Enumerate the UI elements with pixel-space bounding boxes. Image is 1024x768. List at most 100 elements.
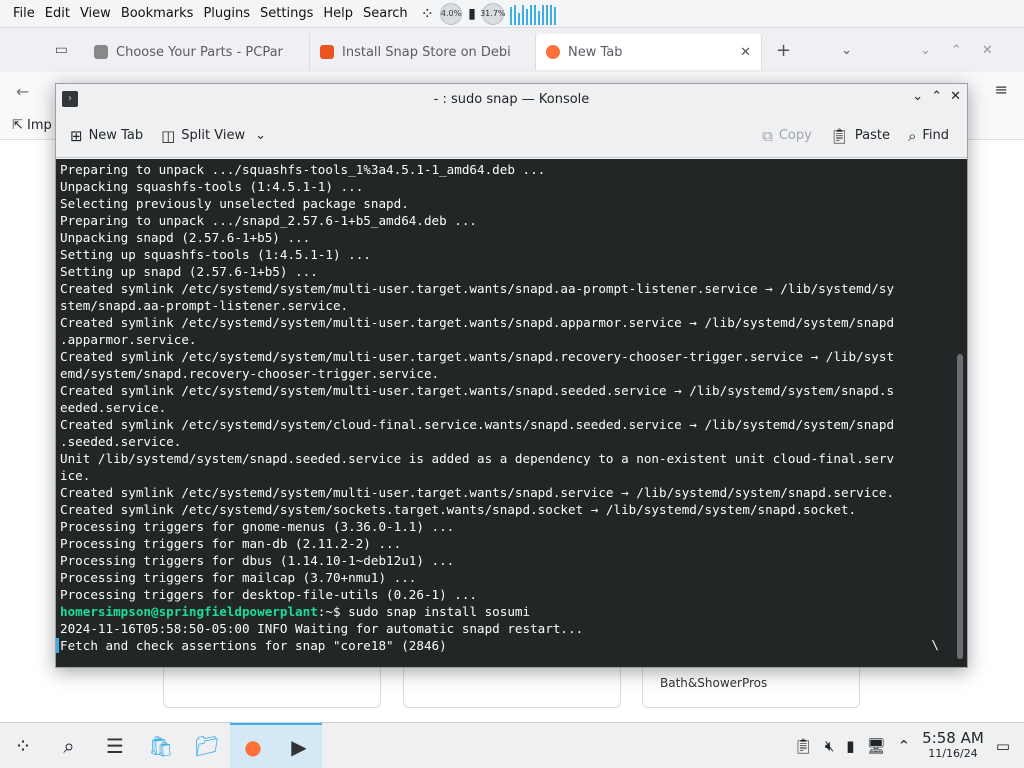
menu-edit[interactable]: Edit — [40, 0, 75, 28]
terminal-line: 2024-11-16T05:58:50-05:00 INFO Waiting f… — [60, 621, 584, 636]
terminal-cursor — [56, 638, 59, 653]
clipboard-icon[interactable]: 📋︎ — [794, 737, 813, 755]
firefox-favicon — [546, 45, 560, 59]
back-arrow-icon[interactable]: ← — [16, 82, 29, 101]
import-bookmarks-link[interactable]: ⇱ Imp — [12, 118, 52, 133]
terminal-app-icon[interactable]: › — [62, 91, 78, 107]
show-desktop-icon[interactable]: ▭ — [996, 737, 1010, 755]
konsole-icon[interactable]: ▶ — [276, 722, 322, 768]
system-settings-icon[interactable]: ☰ — [92, 723, 138, 768]
search-icon: ⌕ — [907, 126, 917, 145]
new-tab-label: New Tab — [88, 128, 144, 143]
terminal-line: Processing triggers for man-db (2.11.2-2… — [60, 536, 402, 551]
terminal-line: .seeded.service. — [60, 434, 182, 449]
terminal-line: Unpacking squashfs-tools (1:4.5.1-1) ... — [60, 179, 364, 194]
memory-monitor[interactable]: 31.7% — [480, 2, 506, 25]
terminal-line: stem/snapd.aa-prompt-listener.service. — [60, 298, 349, 313]
paste-button[interactable]: 📋︎ Paste — [830, 127, 890, 145]
menu-help[interactable]: Help — [318, 0, 358, 28]
terminal-line: Preparing to unpack .../squashfs-tools_1… — [60, 162, 546, 177]
terminal-output[interactable]: Preparing to unpack .../squashfs-tools_1… — [56, 159, 967, 667]
copy-icon: ⧉ — [762, 126, 773, 145]
discover-store-icon[interactable]: 🛍︎ — [138, 723, 184, 768]
network-icon[interactable]: 🖥︎ — [867, 737, 886, 755]
minimize-chevron-icon[interactable]: ⌄ — [912, 89, 923, 104]
copy-button[interactable]: ⧉ Copy — [762, 127, 812, 145]
menu-view[interactable]: View — [75, 0, 116, 28]
system-monitors: ⁘ 4.0% ▮ 31.7% — [421, 2, 556, 25]
digital-clock[interactable]: 5:58 AM 11/16/24 — [922, 730, 984, 762]
tab-label: New Tab — [568, 44, 623, 60]
find-button[interactable]: ⌕ Find — [908, 127, 949, 145]
split-view-label: Split View — [181, 128, 246, 143]
file-manager-icon[interactable]: 📁︎ — [184, 723, 230, 768]
new-tab-button[interactable]: ⊞ New Tab — [70, 127, 143, 145]
terminal-line: .apparmor.service. — [60, 332, 197, 347]
import-label: Imp — [27, 118, 52, 133]
chevron-up-icon[interactable]: ⌃ — [898, 737, 911, 755]
browser-tab-snap-store[interactable]: Install Snap Store on Debi — [310, 34, 536, 70]
chevron-down-icon[interactable]: ⌄ — [255, 128, 266, 143]
split-view-button[interactable]: ◫ Split View ⌄ — [161, 127, 266, 145]
snap-favicon — [320, 45, 334, 59]
app-launcher-icon[interactable]: ⁘ — [0, 723, 46, 768]
paste-label: Paste — [854, 128, 890, 143]
search-icon[interactable]: ⌕ — [46, 723, 92, 768]
konsole-toolbar: ⊞ New Tab ◫ Split View ⌄ ⧉ Copy 📋︎ Paste… — [56, 114, 967, 158]
menu-settings[interactable]: Settings — [255, 0, 318, 28]
terminal-line: ice. — [60, 468, 91, 483]
terminal-line: Created symlink /etc/systemd/system/mult… — [60, 485, 895, 500]
window-title: - : sudo snap — Konsole — [433, 91, 590, 107]
tab-label: Choose Your Parts - PCPar — [116, 44, 283, 60]
menu-search[interactable]: Search — [358, 0, 413, 28]
menu-bookmarks[interactable]: Bookmarks — [116, 0, 199, 28]
maximize-chevron-icon[interactable]: ⌃ — [931, 89, 942, 104]
terminal-line: Selecting previously unselected package … — [60, 196, 409, 211]
list-tabs-chevron-icon[interactable]: ⌄ — [841, 43, 852, 58]
menu-plugins[interactable]: Plugins — [198, 0, 255, 28]
konsole-titlebar[interactable]: › - : sudo snap — Konsole ⌄ ⌃ ✕ — [56, 84, 967, 114]
browser-tab-strip: ▭ Choose Your Parts - PCPar Install Snap… — [0, 28, 1024, 72]
battery-icon[interactable]: ▮ — [846, 737, 854, 755]
browser-tab-new-tab[interactable]: New Tab ✕ — [536, 34, 762, 70]
progress-spinner: \ — [931, 637, 939, 652]
terminal-line: Unit /lib/systemd/system/snapd.seeded.se… — [60, 451, 895, 466]
terminal-line: Created symlink /etc/systemd/system/mult… — [60, 281, 895, 296]
terminal-line: Created symlink /etc/systemd/system/mult… — [60, 315, 895, 330]
prompt-command: :~$ sudo snap install sosumi — [317, 604, 531, 619]
minimize-icon[interactable]: ⌄ — [920, 43, 931, 58]
konsole-window: › - : sudo snap — Konsole ⌄ ⌃ ✕ ⊞ New Ta… — [55, 83, 968, 668]
clock-date: 11/16/24 — [928, 746, 978, 760]
terminal-scrollbar[interactable] — [957, 354, 963, 659]
prompt-line: homersimpson@springfieldpowerplant:~$ su… — [60, 603, 967, 620]
hamburger-menu-icon[interactable]: ≡ — [995, 80, 1008, 99]
volume-muted-icon[interactable]: 🔇︎ — [825, 737, 834, 755]
taskbar: ⁘ ⌕ ☰ 🛍︎ 📁︎ ● ▶ 📋︎ 🔇︎ ▮ 🖥︎ ⌃ 5:58 AM 11/… — [0, 722, 1024, 768]
pcpartpicker-favicon — [94, 45, 108, 59]
close-window-icon[interactable]: ✕ — [950, 89, 961, 104]
terminal-line: Processing triggers for mailcap (3.70+nm… — [60, 570, 417, 585]
terminal-line: Preparing to unpack .../snapd_2.57.6-1+b… — [60, 213, 478, 228]
terminal-line: Created symlink /etc/systemd/system/mult… — [60, 349, 895, 364]
kde-apps-icon[interactable]: ⁘ — [421, 4, 434, 23]
menu-file[interactable]: File — [8, 0, 40, 28]
close-icon[interactable]: ✕ — [982, 43, 993, 58]
tab-label: Install Snap Store on Debi — [342, 44, 511, 60]
clock-time: 5:58 AM — [922, 728, 984, 747]
tab-overview-icon[interactable]: ▭ — [0, 42, 84, 58]
shortcut-label: Bath&ShowerPros — [660, 676, 768, 690]
network-graph[interactable] — [509, 3, 556, 25]
firefox-icon[interactable]: ● — [230, 722, 276, 768]
maximize-icon[interactable]: ⌃ — [951, 43, 962, 58]
new-tab-plus-icon[interactable]: + — [776, 40, 791, 61]
browser-tab-pcpartpicker[interactable]: Choose Your Parts - PCPar — [84, 34, 310, 70]
terminal-line: Unpacking snapd (2.57.6-1+b5) ... — [60, 230, 311, 245]
memory-icon: ▮ — [468, 5, 476, 22]
new-tab-icon: ⊞ — [70, 126, 83, 145]
system-tray: 📋︎ 🔇︎ ▮ 🖥︎ ⌃ 5:58 AM 11/16/24 ▭ — [794, 730, 1024, 762]
terminal-line: Processing triggers for gnome-menus (3.3… — [60, 519, 455, 534]
terminal-line: emd/system/snapd.recovery-chooser-trigge… — [60, 366, 440, 381]
close-tab-icon[interactable]: ✕ — [740, 45, 751, 60]
terminal-line: Setting up snapd (2.57.6-1+b5) ... — [60, 264, 318, 279]
cpu-monitor[interactable]: 4.0% — [440, 2, 463, 25]
